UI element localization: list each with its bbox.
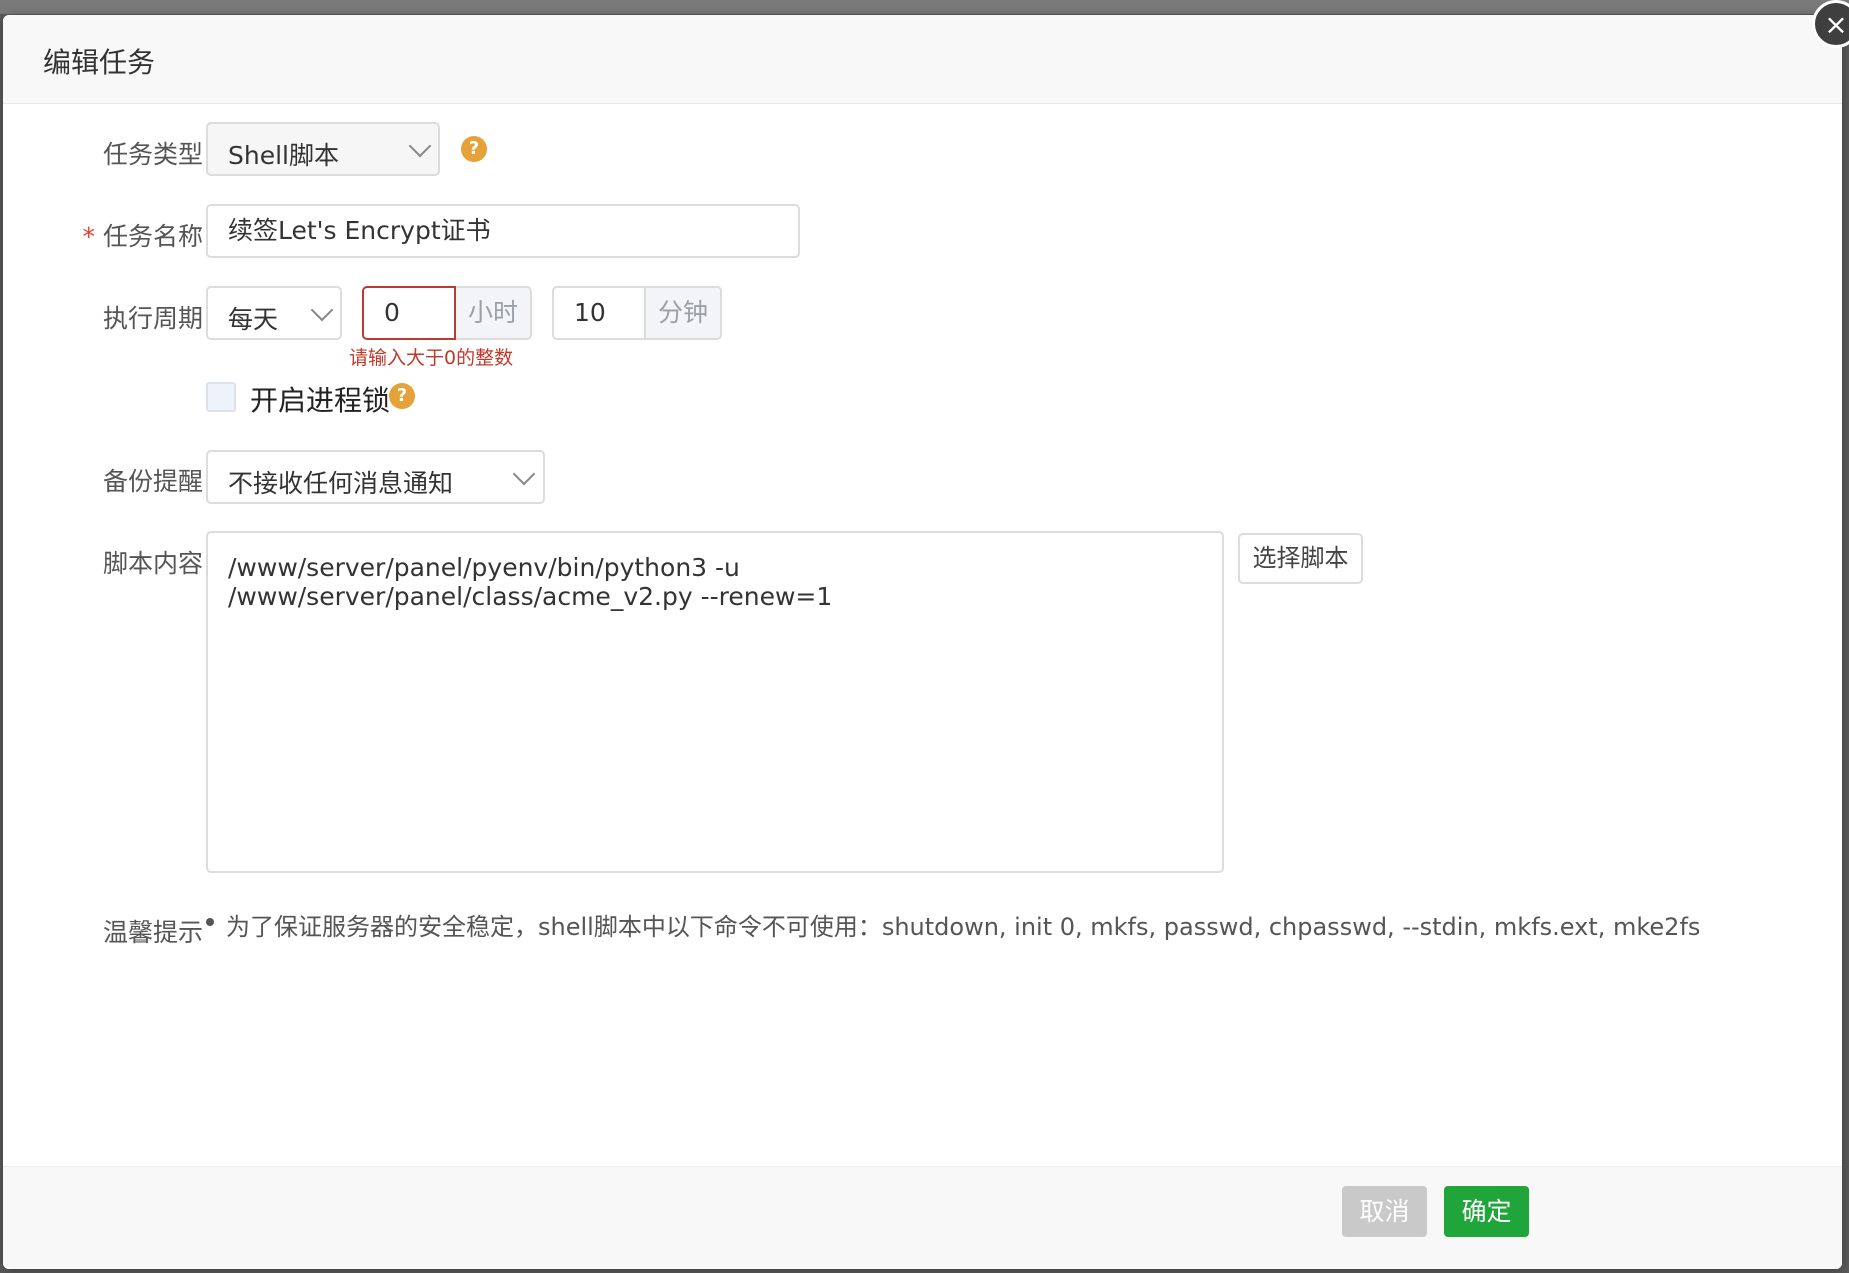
dialog-header: 编辑任务	[3, 15, 1842, 104]
schedule-label: 执行周期	[102, 304, 203, 333]
script-textarea[interactable]: /www/server/panel/pyenv/bin/python3 -u /…	[206, 531, 1224, 873]
chevron-down-icon	[310, 298, 334, 322]
cancel-button[interactable]: 取消	[1342, 1186, 1427, 1237]
script-label: 脚本内容	[102, 549, 203, 578]
tips-label: 温馨提示	[102, 918, 203, 947]
hour-unit: 小时	[456, 286, 532, 340]
confirm-button[interactable]: 确定	[1444, 1186, 1529, 1237]
dialog-footer: 取消 确定	[3, 1166, 1842, 1269]
period-value: 每天	[228, 305, 279, 334]
chevron-down-icon	[408, 134, 432, 158]
choose-script-button[interactable]: 选择脚本	[1238, 533, 1363, 584]
required-mark: *	[82, 222, 95, 251]
task-type-value: Shell脚本	[228, 141, 339, 170]
task-name-label: * 任务名称	[3, 217, 203, 253]
backup-notify-select[interactable]: 不接收任何消息通知	[206, 450, 545, 504]
chevron-down-icon	[512, 462, 536, 486]
process-lock-label[interactable]: 开启进程锁	[250, 379, 390, 419]
minute-input[interactable]: 10	[552, 286, 646, 340]
page-backdrop	[0, 0, 1849, 14]
hour-input[interactable]: 0	[362, 286, 456, 340]
backup-notify-value: 不接收任何消息通知	[228, 469, 454, 498]
minute-unit: 分钟	[646, 286, 722, 340]
period-select[interactable]: 每天	[206, 286, 342, 340]
help-icon[interactable]: ?	[389, 383, 415, 409]
dialog-title: 编辑任务	[43, 46, 156, 79]
bullet-icon	[206, 918, 214, 926]
process-lock-checkbox[interactable]	[206, 382, 236, 412]
tips-text: 为了保证服务器的安全稳定，shell脚本中以下命令不可使用：shutdown, …	[226, 913, 1701, 941]
edit-task-dialog: 编辑任务 任务类型 Shell脚本 ? * 任务名称 续签Let's Encryp…	[3, 15, 1842, 1269]
help-icon[interactable]: ?	[461, 136, 487, 162]
task-name-label-text: 任务名称	[102, 222, 203, 251]
task-type-label: 任务类型	[102, 140, 203, 169]
hour-error-message: 请输入大于0的整数	[349, 347, 514, 369]
task-name-input[interactable]: 续签Let's Encrypt证书	[206, 204, 800, 258]
task-type-select[interactable]: Shell脚本	[206, 122, 440, 176]
backup-notify-label: 备份提醒	[102, 467, 203, 496]
